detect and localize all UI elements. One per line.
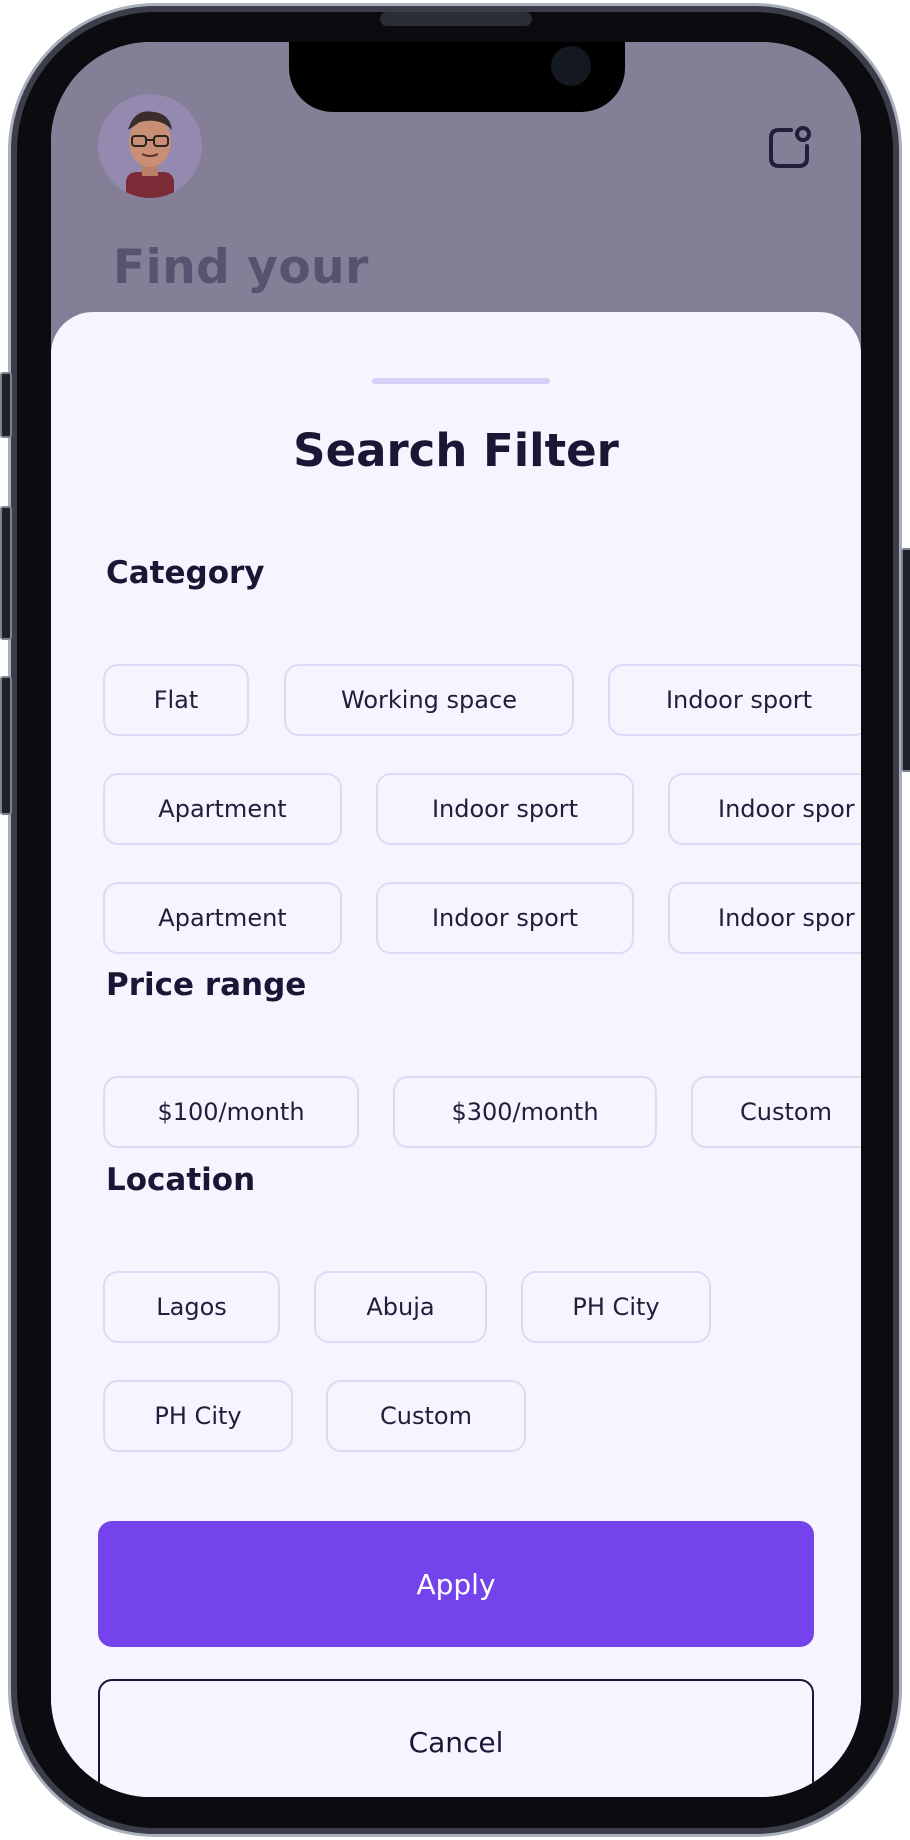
screen: Find your Search Filter Category Flat Wo… [51,42,861,1797]
location-chip[interactable]: PH City [103,1380,293,1452]
location-chip[interactable]: PH City [521,1271,711,1343]
speaker-grille [380,12,532,26]
category-chip[interactable]: Apartment [103,882,342,954]
category-chip[interactable]: Indoor sport [376,882,634,954]
filter-sheet: Search Filter Category Flat Working spac… [51,312,861,1797]
location-chip[interactable]: Custom [326,1380,526,1452]
location-label: Location [106,1162,256,1198]
location-chip[interactable]: Abuja [314,1271,487,1343]
volume-up-button [0,506,12,640]
mute-switch [0,372,12,438]
notification-icon[interactable] [765,124,813,172]
category-chip[interactable]: Indoor sport [376,773,634,845]
power-button [901,548,910,772]
price-chip[interactable]: $100/month [103,1076,359,1148]
location-chip[interactable]: Lagos [103,1271,280,1343]
avatar[interactable] [98,94,202,198]
sheet-title: Search Filter [293,424,619,477]
category-chip[interactable]: Indoor sport [608,664,861,736]
category-chip[interactable]: Apartment [103,773,342,845]
price-range-label: Price range [106,967,307,1003]
volume-down-button [0,676,12,815]
price-chip[interactable]: $300/month [393,1076,657,1148]
price-chip[interactable]: Custom [691,1076,861,1148]
category-chip[interactable]: Working space [284,664,574,736]
front-camera [551,46,591,86]
category-chip[interactable]: Flat [103,664,249,736]
category-label: Category [106,555,265,591]
cancel-button[interactable]: Cancel [98,1679,814,1797]
category-chip[interactable]: Indoor spor [668,773,861,845]
notch [289,42,625,112]
page-title-partial: Find your [113,240,369,295]
apply-button[interactable]: Apply [98,1521,814,1647]
category-chip[interactable]: Indoor spor [668,882,861,954]
sheet-grabber[interactable] [372,378,550,384]
